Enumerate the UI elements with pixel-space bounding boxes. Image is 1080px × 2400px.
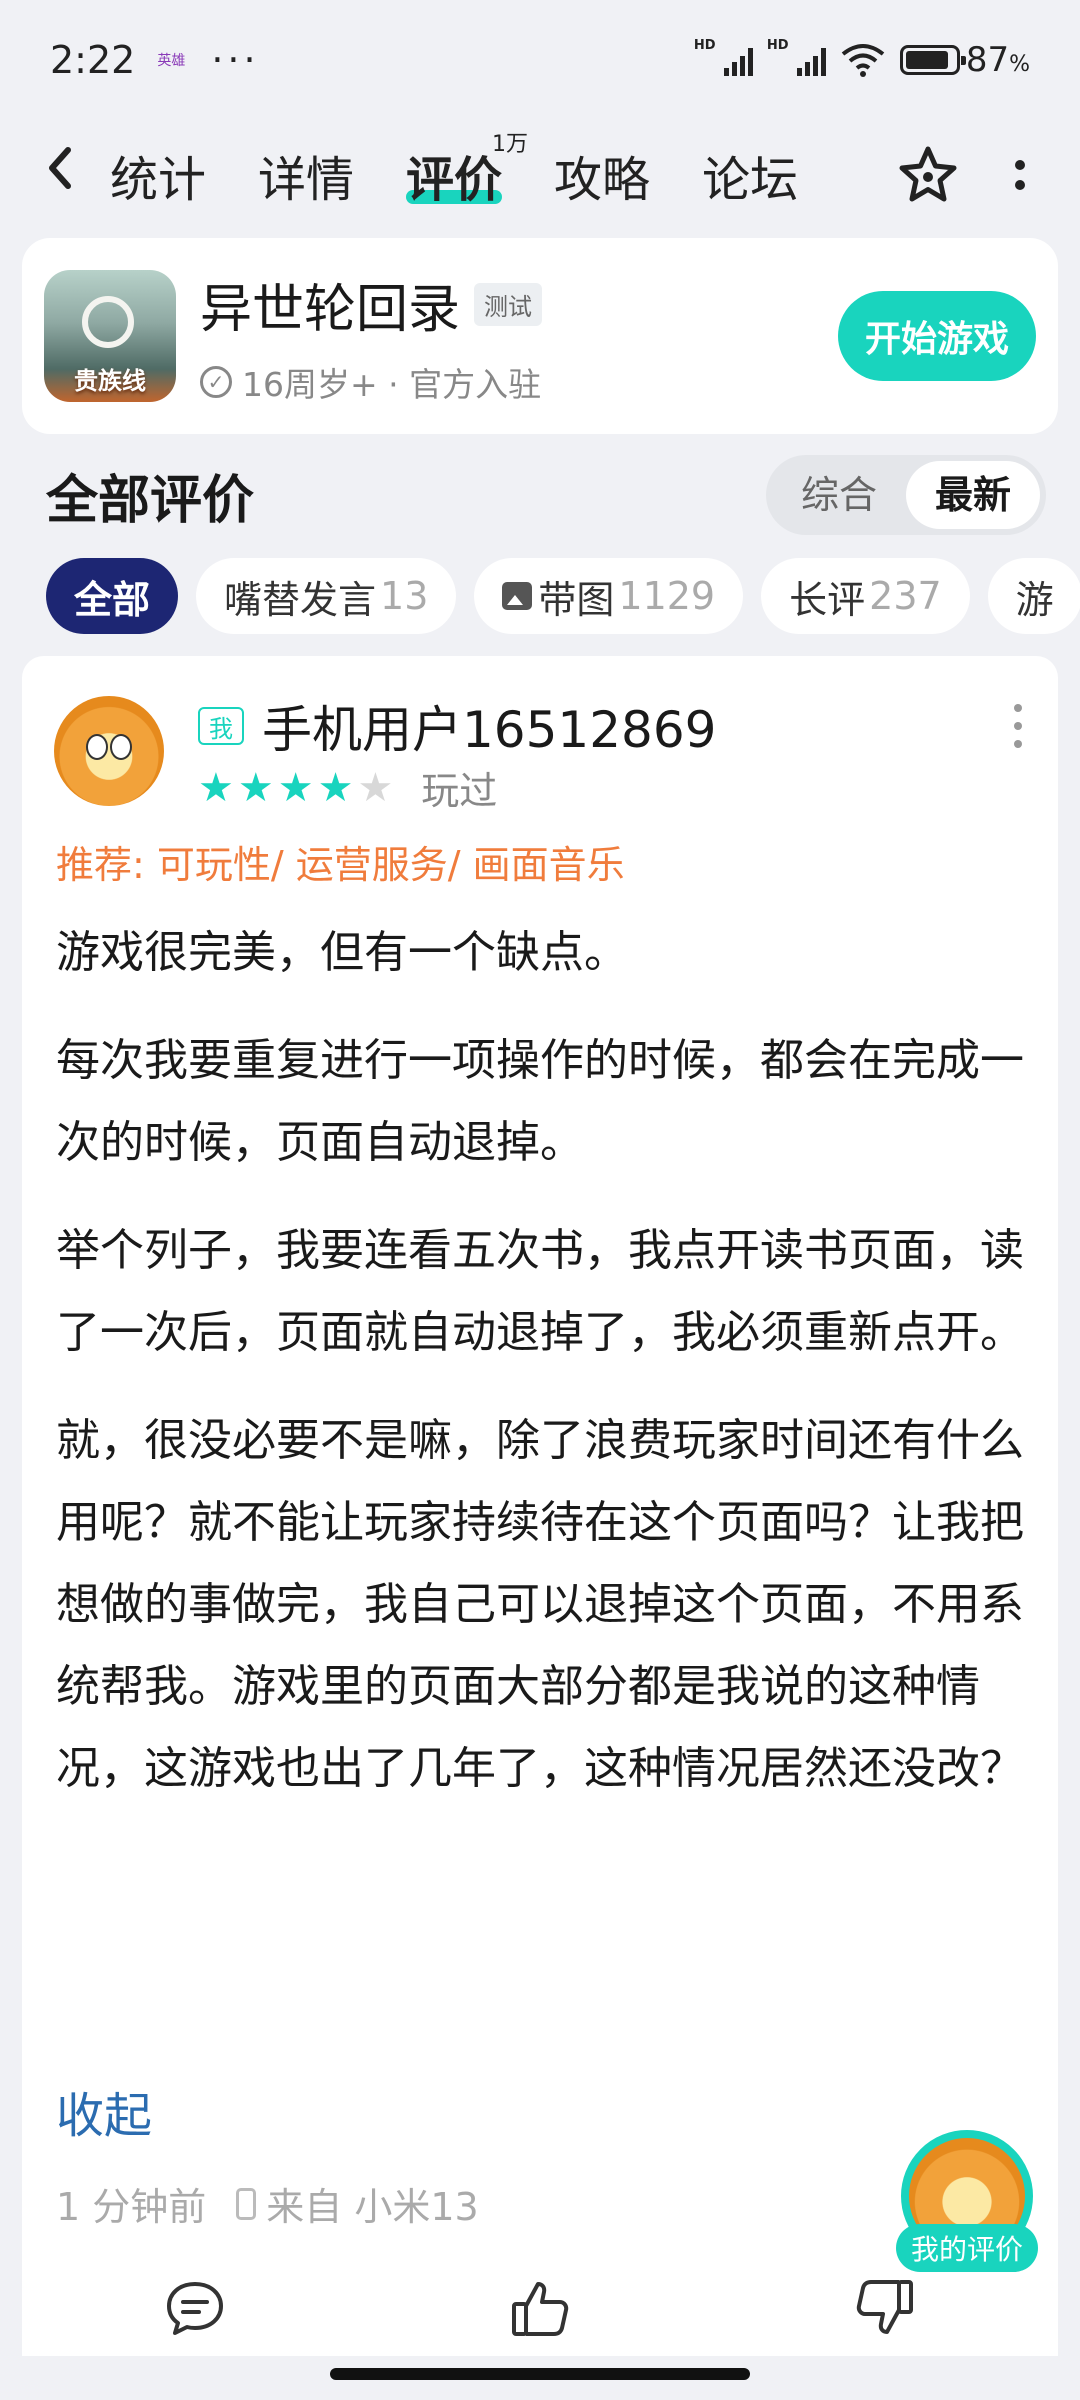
review-paragraph: 游戏很完美，但有一个缺点。 [56, 927, 628, 978]
my-review-button[interactable]: 我的评价 [896, 2130, 1038, 2272]
collapse-link[interactable]: 收起 [56, 2076, 152, 2146]
test-tag: 测试 [474, 282, 543, 326]
section-title: 全部评价 [46, 470, 255, 531]
signal-icon: HD [694, 38, 753, 76]
sort-toggle: 综合 最新 [766, 455, 1046, 535]
filter-with-images[interactable]: 带图 1129 [474, 558, 744, 634]
comment-icon[interactable] [163, 2276, 227, 2340]
filter-all[interactable]: 全部 [46, 558, 179, 634]
filter-game[interactable]: 游 [987, 558, 1080, 634]
rating-stars: ★ ★ ★ ★ ★ 玩过 [198, 760, 497, 815]
me-badge: 我 [198, 707, 244, 745]
top-nav: 统计 详情 评价 1万 攻略 论坛 [0, 120, 1080, 230]
star-icon: ★ [317, 764, 354, 811]
review-paragraph: 举个列子，我要连看五次书，我点开读书页面，读了一次后，页面就自动退掉了，我必须重… [56, 1225, 1024, 1358]
review-paragraph: 每次我要重复进行一项操作的时候，都会在完成一次的时候，页面自动退掉。 [56, 1035, 1024, 1168]
favorite-star-icon[interactable] [896, 143, 960, 207]
notification-app-icon: 英雄 [157, 53, 186, 69]
star-icon: ★ [357, 764, 394, 811]
verified-check-icon: ✓ [200, 365, 232, 398]
status-bar: 2:22 英雄 ··· HD HD 87% [0, 0, 1080, 120]
review-count-badge: 1万 [492, 132, 529, 157]
game-header-card: 贵族线 异世轮回录 测试 ✓ 16周岁+ · 官方入驻 开始游戏 [22, 238, 1058, 434]
more-notifications-icon: ··· [211, 38, 260, 82]
like-icon[interactable] [508, 2276, 572, 2340]
review-body: 游戏很完美，但有一个缺点。 每次我要重复进行一项操作的时候，都会在完成一次的时候… [56, 912, 1026, 1836]
filter-chips: 全部 嘴替发言 13 带图 1129 长评 237 游 [46, 558, 1080, 634]
tab-stats[interactable]: 统计 [110, 120, 206, 230]
more-menu-icon[interactable] [1000, 160, 1040, 190]
battery-indicator: 87% [899, 40, 1030, 80]
star-icon: ★ [237, 764, 274, 811]
back-arrow-icon[interactable] [40, 140, 110, 210]
battery-percent: 87 [965, 40, 1010, 80]
tab-details[interactable]: 详情 [258, 120, 354, 230]
review-device: 来自 小米13 [266, 2185, 479, 2229]
review-meta: 1 分钟前 来自 小米13 [56, 2176, 479, 2231]
tab-reviews[interactable]: 评价 1万 [406, 120, 528, 230]
game-title: 异世轮回录 [200, 279, 461, 340]
filter-long-reviews[interactable]: 长评 237 [761, 558, 970, 634]
star-icon: ★ [198, 764, 234, 811]
review-card: 我 手机用户16512869 ★ ★ ★ ★ ★ 玩过 推荐: 可玩性/ 运营服务/ 画… [22, 656, 1058, 2356]
review-more-icon[interactable] [1014, 704, 1022, 748]
review-time: 1 分钟前 [56, 2185, 207, 2229]
signal-icon: HD [767, 38, 826, 76]
play-status: 玩过 [421, 769, 498, 813]
tab-guides[interactable]: 攻略 [554, 120, 650, 230]
game-icon[interactable]: 贵族线 [44, 270, 176, 402]
reviews-section-header: 全部评价 综合 最新 [46, 450, 1046, 540]
tab-forum[interactable]: 论坛 [702, 120, 798, 230]
recommend-tags: 推荐: 可玩性/ 运营服务/ 画面音乐 [56, 843, 625, 887]
sort-comprehensive[interactable]: 综合 [772, 461, 906, 529]
filter-mouthpiece[interactable]: 嘴替发言 13 [196, 558, 457, 634]
battery-icon [899, 45, 966, 75]
my-review-label: 我的评价 [896, 2224, 1038, 2272]
status-time: 2:22 [50, 38, 136, 82]
wifi-icon [841, 44, 885, 77]
avatar[interactable] [54, 696, 164, 806]
sort-latest[interactable]: 最新 [906, 461, 1040, 529]
review-actions [22, 2276, 1058, 2340]
star-icon: ★ [277, 764, 314, 811]
dislike-icon[interactable] [853, 2276, 917, 2340]
game-subtitle: 16周岁+ · 官方入驻 [242, 364, 542, 404]
phone-icon [236, 2187, 257, 2220]
review-paragraph: 就，很没必要不是嘛，除了浪费玩家时间还有什么用呢？就不能让玩家持续待在这个页面吗… [56, 1415, 1024, 1794]
start-game-button[interactable]: 开始游戏 [838, 291, 1036, 381]
username[interactable]: 手机用户16512869 [262, 690, 717, 762]
image-icon [502, 582, 533, 610]
home-indicator[interactable] [330, 2368, 750, 2380]
